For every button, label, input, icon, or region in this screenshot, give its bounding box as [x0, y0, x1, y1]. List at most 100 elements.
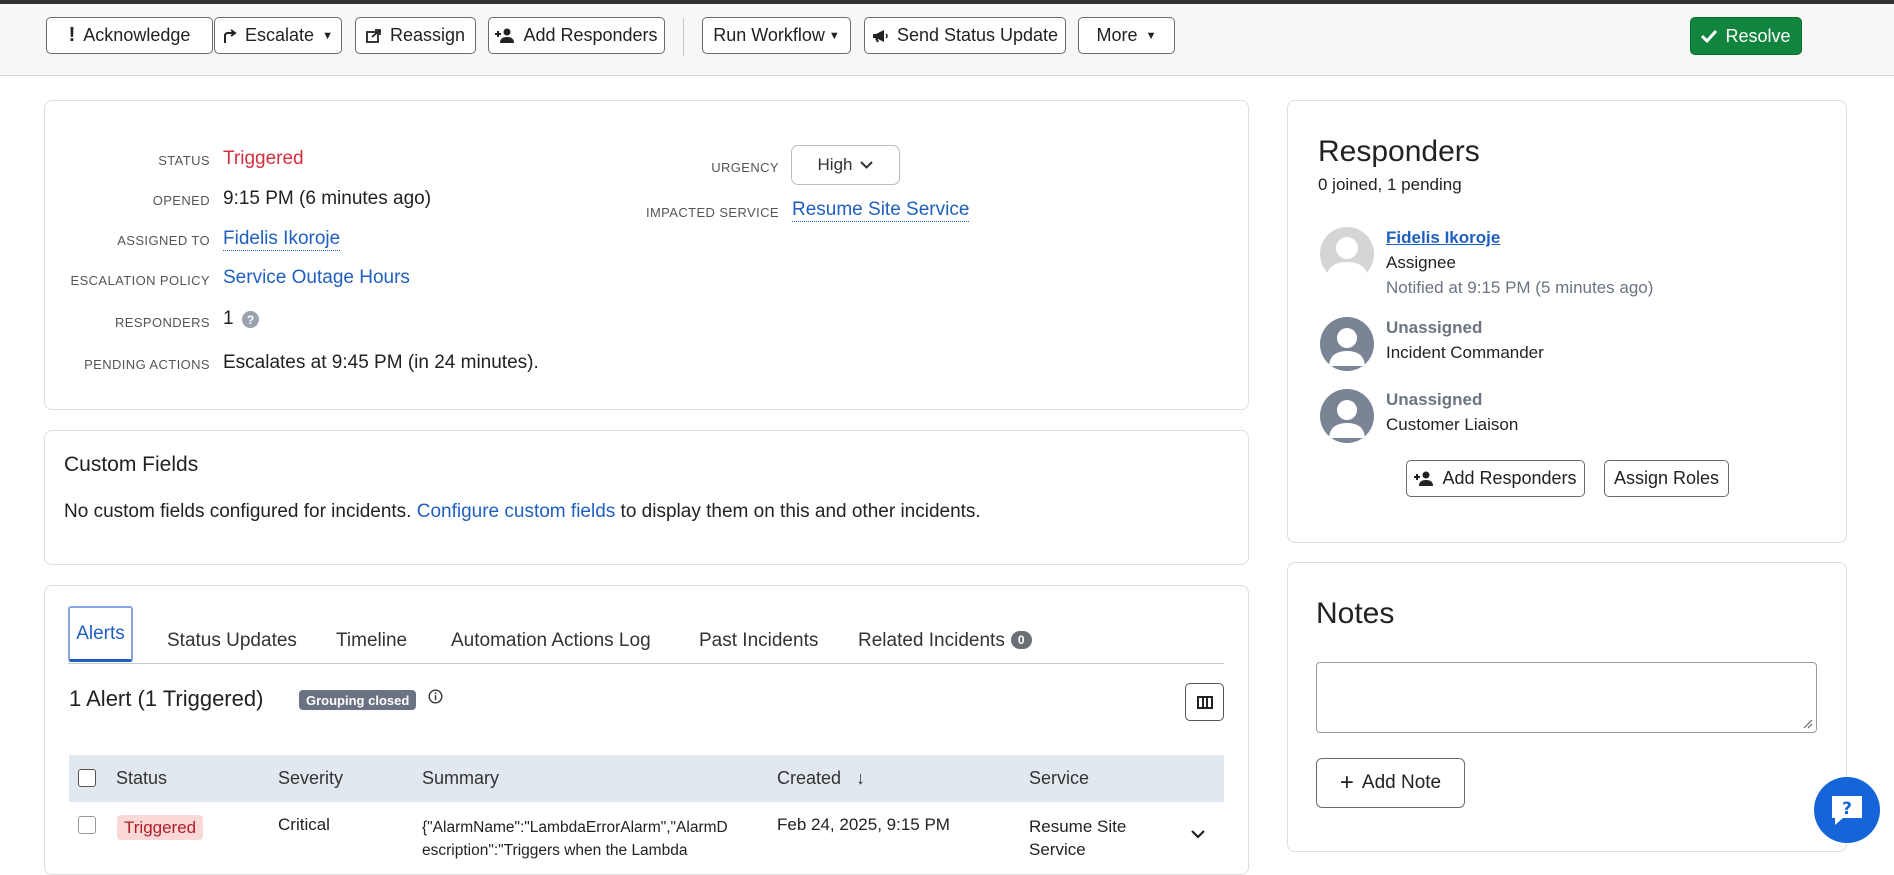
alert-summary-link[interactable]: {"AlarmName":"LambdaErrorAlarm","AlarmD …	[422, 816, 728, 862]
caret-down-icon: ▼	[1145, 29, 1157, 42]
sort-descending-icon: ↓	[856, 768, 866, 788]
avatar	[1320, 227, 1374, 281]
custom-fields-text-after: to display them on this and other incide…	[615, 501, 981, 522]
send-status-update-button[interactable]: Send Status Update	[864, 17, 1066, 54]
escalation-policy-label: ESCALATION POLICY	[70, 273, 210, 288]
columns-icon	[1196, 695, 1213, 709]
row-checkbox[interactable]	[78, 816, 96, 834]
chat-launcher-button[interactable]: ?	[1814, 777, 1880, 843]
run-workflow-button[interactable]: Run Workflow ▼	[702, 17, 851, 54]
column-status[interactable]: Status	[116, 768, 167, 789]
alert-status-badge: Triggered	[117, 815, 204, 840]
pending-actions-label: PENDING ACTIONS	[84, 357, 210, 372]
reassign-label: Reassign	[389, 25, 466, 45]
alert-severity: Critical	[278, 815, 330, 834]
urgency-dropdown[interactable]: High	[791, 145, 900, 185]
add-note-button[interactable]: + Add Note	[1316, 758, 1465, 808]
alert-created: Feb 24, 2025, 9:15 PM	[777, 815, 950, 834]
escalate-button[interactable]: Escalate ▼	[214, 17, 342, 54]
tab-status-updates[interactable]: Status Updates	[167, 630, 297, 652]
avatar	[1320, 389, 1374, 443]
plus-icon: +	[1339, 769, 1354, 796]
pending-actions-value: Escalates at 9:45 PM (in 24 minutes).	[223, 352, 539, 373]
incident-tabs: Alerts Status Updates Timeline Automatio…	[68, 606, 1224, 664]
responders-summary: 0 joined, 1 pending	[1318, 175, 1462, 194]
add-responders-button[interactable]: Add Responders	[488, 17, 665, 54]
opened-value: 9:15 PM (6 minutes ago)	[223, 188, 432, 209]
more-button[interactable]: More ▼	[1078, 17, 1175, 54]
customer-liaison-status: Unassigned	[1386, 390, 1483, 409]
responders-add-label: Add Responders	[1442, 468, 1577, 488]
exclamation-icon: !	[68, 24, 76, 46]
escalation-policy-link[interactable]: Service Outage Hours	[223, 267, 410, 289]
responders-title: Responders	[1318, 135, 1480, 168]
tab-automation-actions-log[interactable]: Automation Actions Log	[451, 630, 651, 652]
responders-count: 1	[223, 308, 234, 329]
impacted-service-label: IMPACTED SERVICE	[645, 205, 779, 220]
share-icon	[366, 29, 381, 43]
alert-service-link[interactable]: Resume Site Service	[1029, 815, 1126, 861]
responder-name-link[interactable]: Fidelis Ikoroje	[1386, 228, 1500, 248]
resize-handle-icon[interactable]	[1803, 719, 1813, 729]
column-service[interactable]: Service	[1029, 768, 1089, 789]
assign-roles-button[interactable]: Assign Roles	[1604, 460, 1729, 497]
help-icon[interactable]: ?	[242, 311, 259, 328]
run-workflow-label: Run Workflow	[713, 25, 825, 45]
select-all-checkbox[interactable]	[78, 769, 96, 787]
user-plus-icon	[495, 28, 515, 43]
impacted-service-link[interactable]: Resume Site Service	[792, 199, 970, 222]
reassign-button[interactable]: Reassign	[355, 17, 476, 54]
urgency-value: High	[817, 155, 853, 174]
user-plus-icon	[1414, 471, 1434, 486]
alerts-table-header: Status Severity Summary Created ↓ Servic…	[69, 755, 1224, 802]
assignee-link[interactable]: Fidelis Ikoroje	[223, 228, 341, 251]
assign-roles-label: Assign Roles	[1613, 468, 1720, 488]
responder-role: Assignee	[1386, 253, 1456, 272]
toolbar-divider	[683, 18, 684, 56]
acknowledge-label: Acknowledge	[83, 25, 191, 45]
column-created[interactable]: Created ↓	[777, 768, 865, 789]
related-incidents-label: Related Incidents	[858, 630, 1005, 651]
resolve-label: Resolve	[1725, 25, 1791, 46]
incident-commander-status: Unassigned	[1386, 318, 1483, 337]
alert-summary-line-1: {"AlarmName":"LambdaErrorAlarm","AlarmD	[422, 819, 728, 836]
customer-liaison-role: Customer Liaison	[1386, 415, 1519, 434]
info-icon[interactable]	[428, 689, 443, 704]
column-summary[interactable]: Summary	[422, 768, 499, 789]
responders-add-button[interactable]: Add Responders	[1406, 460, 1585, 497]
incident-toolbar: ! Acknowledge Escalate ▼ Reassign Add Re…	[0, 4, 1894, 76]
column-created-label: Created	[777, 768, 842, 788]
tab-alerts[interactable]: Alerts	[68, 606, 133, 662]
responder-notified: Notified at 9:15 PM (5 minutes ago)	[1386, 278, 1654, 297]
alert-service-line-2: Service	[1029, 840, 1086, 859]
user-placeholder-icon	[1329, 400, 1365, 438]
related-incidents-count-badge: 0	[1010, 631, 1032, 649]
expand-row-chevron-icon[interactable]	[1191, 830, 1205, 839]
incident-commander-role: Incident Commander	[1386, 343, 1544, 362]
resolve-button[interactable]: Resolve	[1690, 17, 1802, 55]
column-settings-button[interactable]	[1185, 683, 1224, 721]
column-severity[interactable]: Severity	[278, 768, 343, 789]
alert-summary-line-2: escription":"Triggers when the Lambda	[422, 842, 688, 859]
tab-related-incidents[interactable]: Related Incidents 0	[858, 630, 1032, 652]
escalate-label: Escalate	[245, 25, 315, 45]
acknowledge-button[interactable]: ! Acknowledge	[46, 17, 213, 54]
custom-fields-message: No custom fields configured for incident…	[64, 501, 981, 523]
user-placeholder-icon	[1329, 328, 1365, 366]
tab-timeline[interactable]: Timeline	[336, 630, 407, 652]
avatar	[1320, 317, 1374, 371]
caret-down-icon: ▼	[828, 29, 840, 42]
chevron-down-icon	[860, 161, 874, 169]
urgency-label: URGENCY	[711, 160, 779, 175]
check-icon	[1701, 29, 1718, 43]
tab-past-incidents[interactable]: Past Incidents	[699, 630, 818, 652]
custom-fields-text-before: No custom fields configured for incident…	[64, 501, 417, 522]
alerts-heading: 1 Alert (1 Triggered)	[69, 686, 264, 711]
chat-question-icon: ?	[1832, 796, 1862, 825]
assigned-to-label: ASSIGNED TO	[117, 233, 210, 248]
custom-fields-card	[44, 430, 1249, 565]
note-textarea[interactable]	[1316, 662, 1817, 733]
notes-title: Notes	[1316, 597, 1395, 630]
configure-custom-fields-link[interactable]: Configure custom fields	[417, 501, 616, 522]
svg-text:?: ?	[1842, 799, 1852, 819]
